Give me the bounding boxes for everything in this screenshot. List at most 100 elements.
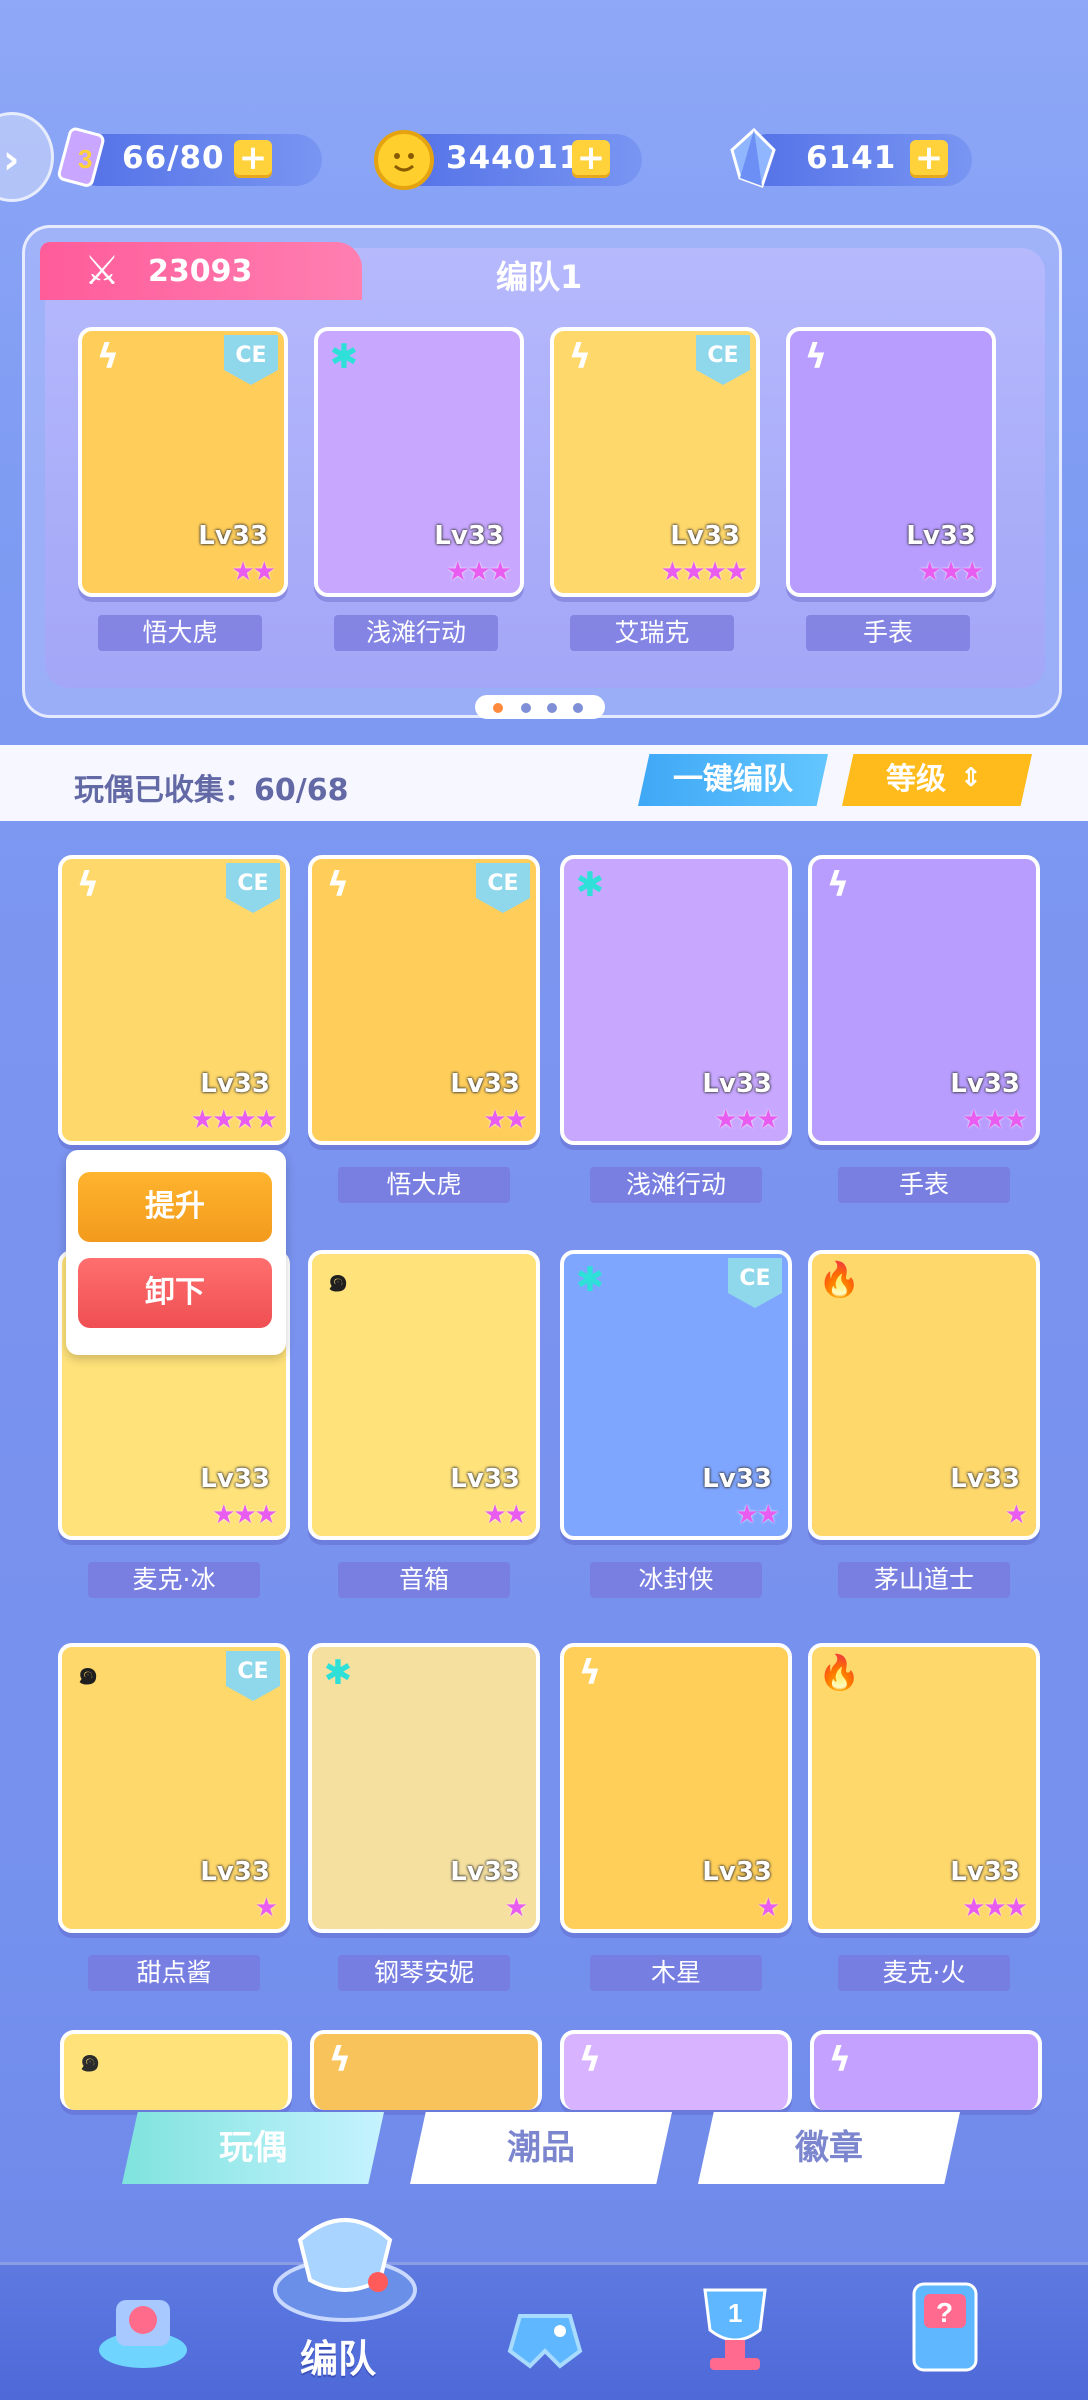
resource-bar: 3 66/80 + 344011 + 6141 + — [0, 120, 1088, 200]
ice-element-icon: ✱ — [329, 337, 359, 377]
doll-stars: ★★★ — [962, 1893, 1028, 1923]
doll-card[interactable]: ๑ CE Lv33 ★ — [58, 1643, 290, 1933]
nav-team-button[interactable] — [260, 2200, 430, 2340]
team-member-card[interactable]: ϟ Lv33 ★★★ — [786, 327, 996, 597]
doll-card-partial[interactable]: ϟ — [810, 2030, 1042, 2110]
doll-stars: ★★★ — [714, 1105, 780, 1135]
doll-card[interactable]: ✱ CE Lv33 ★★ — [560, 1250, 792, 1540]
doll-card[interactable]: ϟ CE Lv33 ★★★★ — [58, 855, 290, 1145]
doll-stars: ★★★★ — [190, 1105, 278, 1135]
doll-level: Lv33 — [200, 1857, 270, 1887]
machine-icon: ? — [912, 2282, 978, 2372]
wind-element-icon: ๑ — [79, 2040, 101, 2080]
ice-element-icon: ✱ — [323, 1653, 353, 1693]
team-member-name: 艾瑞克 — [570, 615, 734, 651]
doll-name: 麦克·冰 — [88, 1562, 260, 1598]
tab-dolls[interactable]: 玩偶 — [122, 2112, 384, 2184]
page-dot[interactable] — [547, 703, 557, 713]
doll-level: Lv33 — [702, 1069, 772, 1099]
doll-name: 冰封侠 — [590, 1562, 762, 1598]
add-coin-button[interactable]: + — [572, 140, 610, 178]
doll-level: Lv33 — [434, 521, 504, 551]
doll-stars: ★ — [504, 1893, 528, 1923]
doll-stars: ★★★ — [446, 557, 512, 587]
team-member-card[interactable]: ϟ CE Lv33 ★★★★ — [550, 327, 760, 597]
upgrade-button[interactable]: 提升 — [78, 1172, 272, 1242]
team-member-name: 手表 — [806, 615, 970, 651]
doll-card[interactable]: 🔥 Lv33 ★ — [808, 1250, 1040, 1540]
nav-team-label: 编队 — [300, 2337, 377, 2381]
remove-button[interactable]: 卸下 — [78, 1258, 272, 1328]
tab-badges[interactable]: 徽章 — [698, 2112, 960, 2184]
ice-element-icon: ✱ — [575, 865, 605, 905]
doll-name: 甜点酱 — [88, 1955, 260, 1991]
nav-game-button[interactable] — [490, 2276, 600, 2386]
whistle-icon — [273, 2218, 417, 2322]
team-member-card[interactable]: ϟ CE Lv33 ★★ — [78, 327, 288, 597]
page-dot-active[interactable] — [493, 703, 503, 713]
lightning-element-icon: ϟ — [328, 2040, 352, 2080]
doll-name: 茅山道士 — [838, 1562, 1010, 1598]
doll-stars: ★ — [254, 1893, 278, 1923]
team-title: 编队1 — [496, 258, 583, 296]
doll-card-partial[interactable]: ϟ — [310, 2030, 542, 2110]
crossed-swords-icon: ⚔ — [84, 248, 120, 294]
lightning-element-icon: ϟ — [578, 1653, 602, 1693]
doll-card[interactable]: 🔥 Lv33 ★★★ — [808, 1643, 1040, 1933]
lightning-element-icon: ϟ — [568, 337, 592, 377]
stamina-value: 66/80 — [122, 140, 225, 176]
gamepad-icon — [507, 2314, 583, 2369]
category-tabs: 玩偶 潮品 徽章 — [0, 2112, 1088, 2188]
ce-badge: CE — [224, 335, 278, 385]
sort-by-level-button[interactable]: 等级 ⇕ — [842, 754, 1032, 806]
home-icon — [99, 2300, 187, 2368]
nav-home-button[interactable] — [88, 2270, 198, 2380]
doll-level: Lv33 — [450, 1069, 520, 1099]
wind-element-icon: ๑ — [327, 1260, 349, 1300]
doll-stars: ★★★ — [918, 557, 984, 587]
doll-card[interactable]: ๑ Lv33 ★★ — [308, 1250, 540, 1540]
doll-card[interactable]: ϟ Lv33 ★ — [560, 1643, 792, 1933]
doll-level: Lv33 — [198, 521, 268, 551]
gem-value: 6141 — [806, 140, 897, 176]
nav-ranking-button[interactable]: 1 — [680, 2270, 790, 2380]
doll-level: Lv33 — [950, 1857, 1020, 1887]
doll-stars: ★★ — [483, 1500, 528, 1530]
doll-level: Lv33 — [702, 1857, 772, 1887]
nav-gacha-button[interactable]: ? — [890, 2270, 1000, 2380]
add-gem-button[interactable]: + — [910, 140, 948, 178]
coin-icon — [372, 126, 436, 190]
auto-team-button[interactable]: 一键编队 — [638, 754, 828, 806]
tab-trendy-items[interactable]: 潮品 — [410, 2112, 672, 2184]
doll-card[interactable]: ϟ Lv33 ★★★ — [808, 855, 1040, 1145]
doll-card[interactable]: ϟ CE Lv33 ★★ — [308, 855, 540, 1145]
doll-level: Lv33 — [950, 1464, 1020, 1494]
doll-name: 麦克·火 — [838, 1955, 1010, 1991]
doll-card-partial[interactable]: ϟ — [560, 2030, 792, 2110]
doll-name: 悟大虎 — [338, 1167, 510, 1203]
coin-value: 344011 — [446, 140, 582, 176]
add-stamina-button[interactable]: + — [234, 140, 272, 178]
doll-card[interactable]: ✱ Lv33 ★★★ — [560, 855, 792, 1145]
sort-label: 等级 — [886, 762, 946, 797]
doll-level: Lv33 — [906, 521, 976, 551]
collection-count: 玩偶已收集：60/68 — [74, 773, 349, 808]
page-dot[interactable] — [521, 703, 531, 713]
svg-text:1: 1 — [728, 2298, 742, 2328]
team-power-value: 23093 — [148, 254, 253, 289]
ce-badge: CE — [476, 863, 530, 913]
doll-stars: ★★★ — [962, 1105, 1028, 1135]
team-member-name: 悟大虎 — [98, 615, 262, 651]
doll-card-partial[interactable]: ๑ — [60, 2030, 292, 2110]
doll-stars: ★★★★ — [660, 557, 748, 587]
ce-badge: CE — [226, 863, 280, 913]
ce-badge: CE — [226, 1651, 280, 1701]
doll-level: Lv33 — [200, 1464, 270, 1494]
doll-card[interactable]: ✱ Lv33 ★ — [308, 1643, 540, 1933]
ce-badge: CE — [696, 335, 750, 385]
team-member-card[interactable]: ✱ Lv33 ★★★ — [314, 327, 524, 597]
lightning-element-icon: ϟ — [578, 2040, 602, 2080]
trophy-icon: 1 — [703, 2288, 767, 2370]
page-dot[interactable] — [573, 703, 583, 713]
team-page-indicator — [475, 695, 605, 719]
